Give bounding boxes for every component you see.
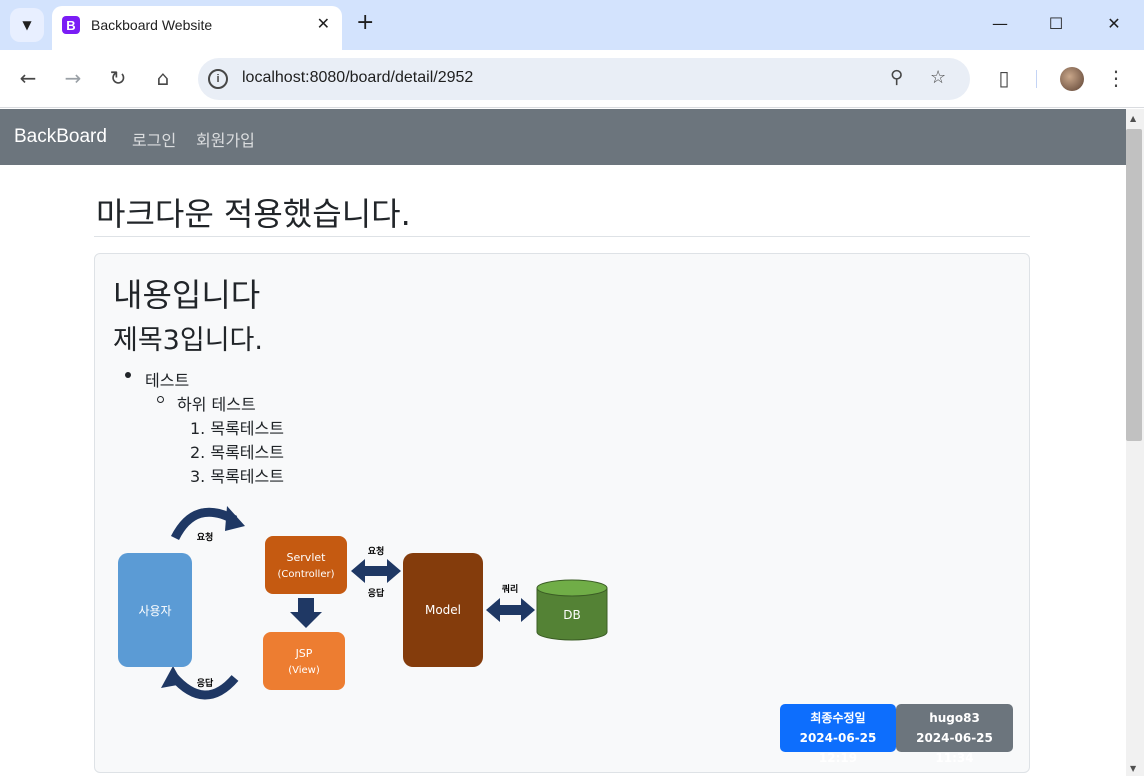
browser-tab-bar: ▼ B Backboard Website ✕ + — ☐ ✕ [0,0,1144,50]
title-divider [94,236,1030,237]
ordered-list-item: 3. 목록테스트 [190,467,284,486]
tab-title: Backboard Website [91,17,213,33]
jsp-box [263,632,345,690]
url-text[interactable]: localhost:8080/board/detail/2952 [242,69,473,87]
controller-label: (Controller) [278,569,335,580]
browser-tab[interactable]: B Backboard Website ✕ [52,6,342,50]
ordered-list-item: 1. 목록테스트 [190,419,284,438]
close-tab-icon[interactable]: ✕ [317,14,330,33]
reload-button[interactable]: ↻ [106,66,130,90]
servlet-label: Servlet [287,551,327,564]
site-brand[interactable]: BackBoard [14,126,107,148]
back-button[interactable]: ← [16,66,40,90]
double-arrow-icon [486,598,535,622]
mvc-diagram: 요청 응답 사용자 Servlet (Controller) JSP (View… [118,506,608,700]
down-arrow-icon [290,598,322,628]
modified-date-badge: 최종수정일 2024-06-25 12:19 [780,704,896,765]
site-info-icon[interactable]: i [208,69,228,89]
bullet-circle-icon [157,396,164,403]
signup-link[interactable]: 회원가입 [196,127,255,151]
close-window-button[interactable]: ✕ [1104,14,1124,33]
scroll-down-icon[interactable]: ▼ [1130,764,1136,773]
author-name: hugo83 [929,711,980,725]
model-label: Model [425,603,461,617]
bullet-icon [125,372,131,378]
created-date: 2024-06-25 11:34 [916,731,993,765]
new-tab-button[interactable]: + [356,12,374,34]
author-badge: hugo83 2024-06-25 11:34 [896,704,1013,765]
jsp-label: JSP [295,647,313,660]
browser-toolbar: ← → ↻ ⌂ i localhost:8080/board/detail/29… [0,50,1144,108]
tab-search-button[interactable]: ▼ [10,8,44,42]
site-navbar: BackBoard 로그인 회원가입 [0,109,1126,165]
db-label: DB [563,608,580,622]
content-heading-2: 제목3입니다. [113,325,263,356]
forward-button[interactable]: → [61,66,85,90]
response-mid-label: 응답 [368,587,385,599]
menu-icon[interactable]: ⋮ [1104,66,1128,90]
favicon-icon: B [62,16,80,34]
profile-avatar[interactable] [1060,67,1084,91]
sub-list-item: 하위 테스트 [177,395,256,414]
double-arrow-icon [351,559,401,583]
page-viewport: BackBoard 로그인 회원가입 마크다운 적용했습니다. 내용입니다 제목… [0,109,1126,776]
login-link[interactable]: 로그인 [132,127,176,151]
content-heading-1: 내용입니다 [113,276,261,314]
request-mid-label: 요청 [368,545,385,557]
zoom-icon[interactable]: ⚲ [890,67,903,88]
db-cylinder-top [536,579,608,597]
scrollbar-thumb[interactable] [1126,129,1142,441]
extensions-icon[interactable]: ▯ [992,66,1016,90]
address-bar[interactable]: i localhost:8080/board/detail/2952 ⚲ ☆ [198,58,970,100]
maximize-button[interactable]: ☐ [1046,14,1066,33]
scroll-up-icon[interactable]: ▲ [1130,114,1136,123]
arrow-head-icon [225,506,245,531]
post-content-card: 내용입니다 제목3입니다. 테스트 하위 테스트 1. 목록테스트 2. 목록테… [94,253,1030,773]
response-label: 응답 [197,677,214,689]
ordered-list-item: 2. 목록테스트 [190,443,284,462]
modified-date: 2024-06-25 12:19 [799,731,877,765]
minimize-button[interactable]: — [990,14,1010,33]
query-label: 쿼리 [502,583,519,595]
view-label: (View) [288,665,320,676]
modified-label: 최종수정일 [810,711,866,725]
bookmark-star-icon[interactable]: ☆ [930,67,946,88]
chevron-down-icon: ▼ [22,18,32,32]
toolbar-divider [1036,70,1037,88]
request-label: 요청 [197,531,214,543]
home-button[interactable]: ⌂ [151,66,175,90]
list-item: 테스트 [145,371,190,390]
user-label: 사용자 [138,604,171,618]
post-title: 마크다운 적용했습니다. [96,195,411,233]
servlet-box [265,536,347,594]
